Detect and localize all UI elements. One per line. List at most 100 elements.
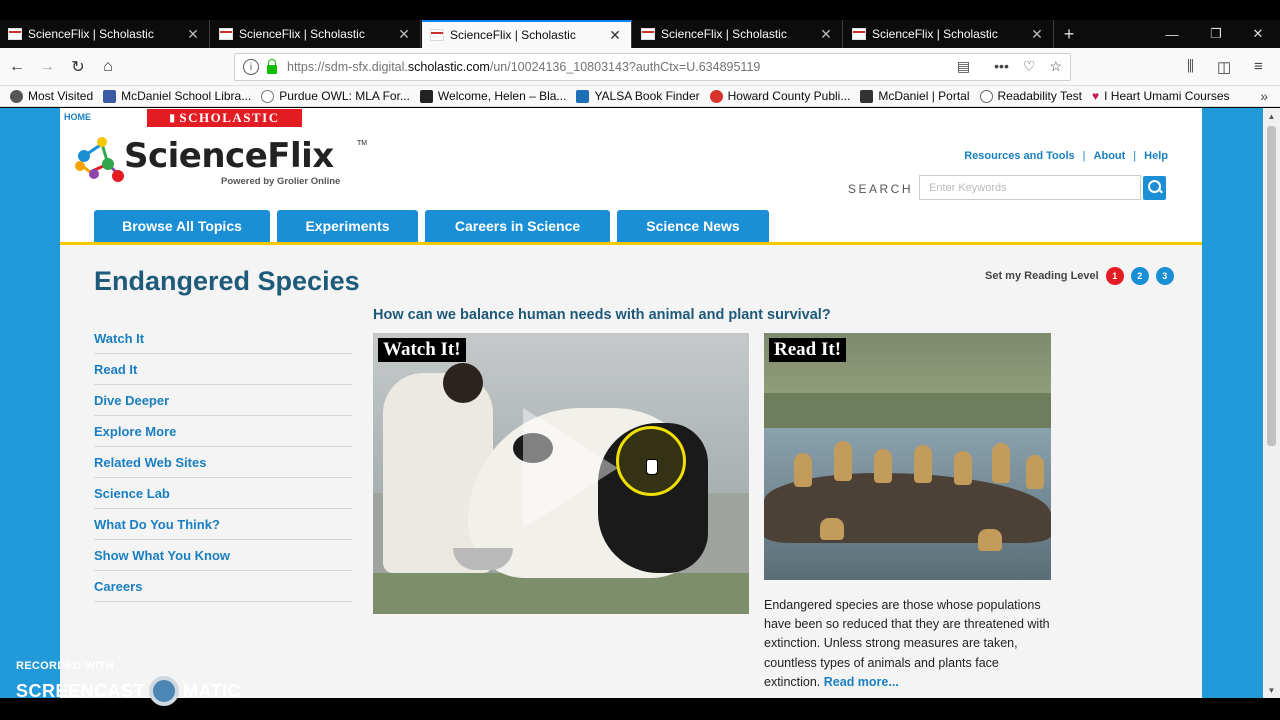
guiding-question: How can we balance human needs with anim… [373,307,831,323]
utility-links: Resources and Tools | About | Help [964,150,1168,162]
about-link[interactable]: About [1094,150,1126,162]
read-it-label: Read It! [769,338,847,362]
sidebar-item-science-lab[interactable]: Science Lab [94,478,352,509]
library-icon[interactable]: ⫼ [1187,58,1194,75]
play-icon[interactable] [523,408,618,528]
watch-it-video[interactable]: Watch It! [373,333,749,614]
search-label: SEARCH [848,182,914,196]
bookmark-label: Howard County Publi... [727,89,851,103]
bookmark-item[interactable]: Readability Test [979,89,1082,103]
bookmark-item[interactable]: Welcome, Helen – Bla... [419,89,567,103]
browser-tab-active[interactable]: ScienceFlix | Scholastic ✕ [422,20,632,48]
sidebar-item-read-it[interactable]: Read It [94,354,352,385]
reading-level-selector: Set my Reading Level 1 2 3 [985,267,1174,285]
bookmark-label: Welcome, Helen – Bla... [437,89,567,103]
close-icon[interactable]: ✕ [394,26,414,43]
bookmark-item[interactable]: McDaniel School Libra... [103,89,251,103]
read-it-image[interactable]: Read It! [764,333,1051,580]
read-more-link[interactable]: Read more... [824,675,899,689]
scroll-up-icon[interactable]: ▲ [1263,108,1280,124]
scroll-down-icon[interactable]: ▼ [1263,682,1280,698]
bookmark-label: YALSA Book Finder [594,89,700,103]
bookmark-item[interactable]: McDaniel | Portal [860,89,970,103]
globe-icon [979,89,993,103]
sidebar-item-watch-it[interactable]: Watch It [94,323,352,354]
tab-browse-all-topics[interactable]: Browse All Topics [94,210,270,242]
home-icon[interactable]: ⌂ [97,56,119,78]
bookmark-item[interactable]: Purdue OWL: MLA For... [261,89,410,103]
scholastic-favicon-icon [641,28,655,40]
bookmark-favicon-icon [419,89,433,103]
sidebar-item-careers[interactable]: Careers [94,571,352,602]
tab-careers-in-science[interactable]: Careers in Science [425,210,610,242]
bookmark-item[interactable]: YALSA Book Finder [576,89,700,103]
tab-science-news[interactable]: Science News [617,210,769,242]
forward-arrow-icon[interactable]: → [36,56,58,78]
help-link[interactable]: Help [1144,150,1168,162]
sea-lion [978,529,1002,551]
lock-icon[interactable] [267,58,277,74]
url-text[interactable]: https://sdm-sfx.digital.scholastic.com/u… [287,60,760,74]
vertical-scrollbar[interactable]: ▲ ▼ [1263,108,1280,698]
reading-level-1[interactable]: 1 [1105,267,1124,285]
navigation-toolbar: ← → ↻ ⌂ i https://sdm-sfx.digital.schola… [0,48,1280,86]
sea-lion [820,518,844,540]
resources-link[interactable]: Resources and Tools [964,150,1074,162]
logo-trademark: TM [357,140,368,147]
tab-experiments[interactable]: Experiments [277,210,418,242]
close-icon[interactable]: ✕ [816,26,836,43]
window-close-button[interactable]: ✕ [1236,20,1280,48]
heart-icon: ♥ [1092,89,1100,103]
search-input[interactable]: Enter Keywords [919,175,1141,200]
bookmark-star-icon[interactable]: ☆ [1049,58,1062,75]
scrollbar-thumb[interactable] [1267,126,1276,446]
browser-tab[interactable]: ScienceFlix | Scholastic ✕ [211,20,421,48]
browser-tab[interactable]: ScienceFlix | Scholastic ✕ [633,20,843,48]
bookmark-favicon-icon [860,89,874,103]
page-body: HOME ▮ SCHOLASTIC ScienceFlix TM Powered… [60,108,1202,698]
reading-level-3[interactable]: 3 [1155,267,1174,285]
back-arrow-icon[interactable]: ← [6,56,28,78]
url-suffix: /un/10024136_10803143?authCtx=U.63489511… [489,60,761,74]
reading-level-2[interactable]: 2 [1130,267,1149,285]
new-tab-button[interactable]: + [1058,20,1080,48]
reader-view-icon[interactable]: ▤ [957,58,970,75]
topic-content: Endangered Species Set my Reading Level … [60,245,1202,698]
bookmark-label: Most Visited [28,89,94,103]
bookmark-item[interactable]: Most Visited [10,89,93,103]
tab-title: ScienceFlix | Scholastic [450,28,576,42]
close-icon[interactable]: ✕ [183,26,203,43]
bookmark-item[interactable]: ♥ I Heart Umami Courses [1092,89,1230,103]
chevron-right-icon[interactable]: » [1260,88,1268,104]
home-link[interactable]: HOME [64,112,91,122]
search-icon[interactable] [1143,176,1166,200]
reload-icon[interactable]: ↻ [67,56,89,78]
close-icon[interactable]: ✕ [605,27,625,44]
sidebar-item-what-do-you-think[interactable]: What Do You Think? [94,509,352,540]
scienceflix-logo[interactable]: ScienceFlix TM Powered by Grolier Online [72,128,372,188]
reading-level-label: Set my Reading Level [985,270,1099,282]
read-it-summary: Endangered species are those whose popul… [764,596,1054,692]
menu-icon[interactable]: ≡ [1254,58,1263,75]
sidebar-item-related-web-sites[interactable]: Related Web Sites [94,447,352,478]
sidebar-item-show-what-you-know[interactable]: Show What You Know [94,540,352,571]
browser-tab[interactable]: ScienceFlix | Scholastic ✕ [844,20,1054,48]
page-actions-icon[interactable]: ••• [994,58,1009,75]
bookmark-label: McDaniel School Libra... [121,89,252,103]
sidebar-icon[interactable]: ◫ [1217,58,1231,76]
close-icon[interactable]: ✕ [1027,26,1047,43]
sidebar-item-explore-more[interactable]: Explore More [94,416,352,447]
book-icon: ▮ [169,112,177,124]
sidebar-item-dive-deeper[interactable]: Dive Deeper [94,385,352,416]
restore-button[interactable]: ❐ [1194,20,1238,48]
bookmark-item[interactable]: Howard County Publi... [709,89,851,103]
hand-cursor-icon [646,459,658,475]
minimize-button[interactable]: — [1150,20,1194,48]
page-title: Endangered Species [94,266,360,296]
info-icon[interactable]: i [243,59,259,75]
scholastic-banner[interactable]: ▮ SCHOLASTIC [147,109,302,127]
pocket-icon[interactable]: ♡ [1023,58,1036,75]
address-bar[interactable]: i https://sdm-sfx.digital.scholastic.com… [234,53,1071,81]
browser-tab[interactable]: ScienceFlix | Scholastic ✕ [0,20,210,48]
bookmark-label: I Heart Umami Courses [1104,89,1230,103]
